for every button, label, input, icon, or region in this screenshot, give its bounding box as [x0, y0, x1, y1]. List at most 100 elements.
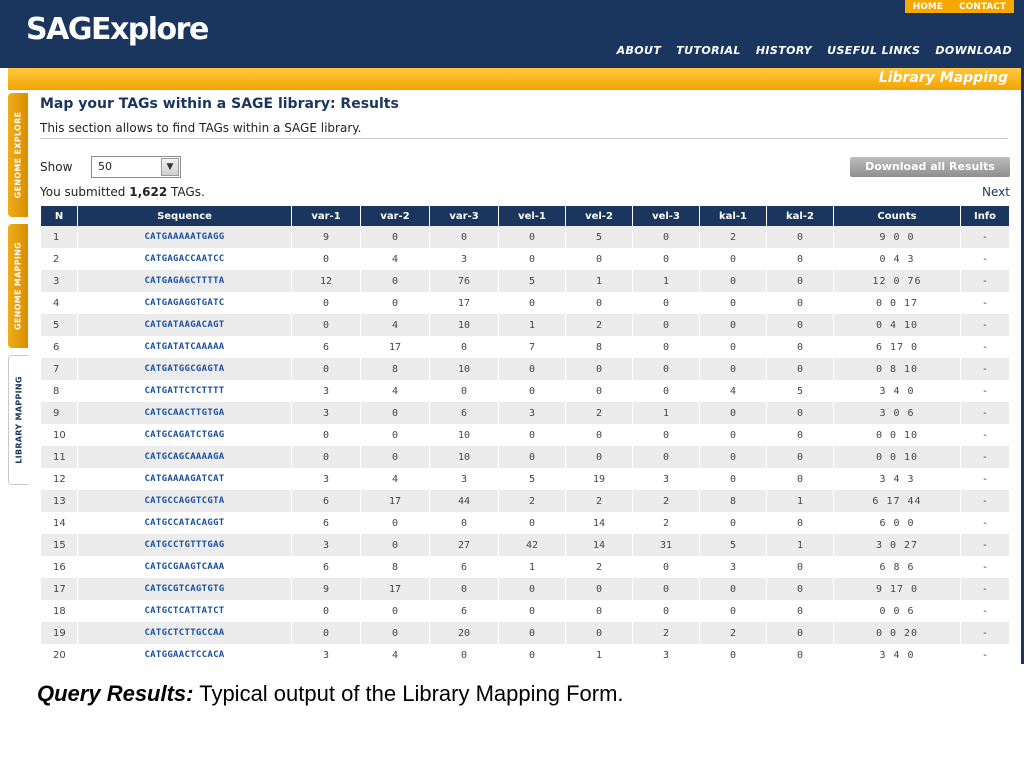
sequence-link[interactable]: CATGCCATACAGGT [78, 512, 291, 534]
counts-value: 6 17 44 [834, 490, 960, 512]
sequence-link[interactable]: CATGCCAGGTCGTA [78, 490, 291, 512]
side-tab-genome-explore[interactable]: GENOME EXPLORE [8, 93, 28, 217]
sequence-link[interactable]: CATGCAGCAAAAGA [78, 446, 291, 468]
column-header-sequence: Sequence [78, 206, 291, 226]
kal-1-count: 0 [700, 644, 766, 664]
table-row: 10 CATGCAGATCTGAG 0 0 10 0 0 0 0 0 0 0 10- [41, 424, 1009, 446]
column-header-vel-2: vel-2 [566, 206, 632, 226]
counts-value: 3 4 3 [834, 468, 960, 490]
sequence-link[interactable]: CATGAAAAGATCAT [78, 468, 291, 490]
vel-1-count: 2 [499, 490, 565, 512]
show-count-select[interactable]: 50 ▼ [91, 156, 181, 178]
info-value: - [961, 534, 1009, 556]
sequence-link[interactable]: CATGAGAGCTTTTA [78, 270, 291, 292]
counts-value: 9 17 0 [834, 578, 960, 600]
var-2-count: 0 [361, 402, 429, 424]
kal-1-count: 0 [700, 512, 766, 534]
kal-2-count: 0 [767, 424, 833, 446]
sequence-link[interactable]: CATGATATCAAAAA [78, 336, 291, 358]
counts-value: 3 4 0 [834, 380, 960, 402]
kal-1-count: 0 [700, 358, 766, 380]
vel-1-count: 5 [499, 270, 565, 292]
var-3-count: 44 [430, 490, 498, 512]
vel-3-count: 0 [633, 292, 699, 314]
sequence-link[interactable]: CATGAGAGGTGATC [78, 292, 291, 314]
var-2-count: 4 [361, 380, 429, 402]
info-value: - [961, 556, 1009, 578]
nav-history[interactable]: HISTORY [756, 44, 812, 57]
chevron-down-icon[interactable]: ▼ [161, 158, 179, 176]
column-header-n: N [41, 206, 77, 226]
counts-value: 6 8 6 [834, 556, 960, 578]
vel-1-count: 0 [499, 622, 565, 644]
counts-value: 0 8 10 [834, 358, 960, 380]
home-link[interactable]: HOME [913, 2, 943, 12]
counts-value: 6 0 0 [834, 512, 960, 534]
sequence-link[interactable]: CATGCTCTTGCCAA [78, 622, 291, 644]
var-1-count: 9 [292, 226, 360, 248]
var-2-count: 4 [361, 248, 429, 270]
download-all-results-button[interactable]: Download all Results [850, 157, 1010, 177]
sequence-link[interactable]: CATGCCTGTTTGAG [78, 534, 291, 556]
sequence-link[interactable]: CATGAGACCAATCC [78, 248, 291, 270]
counts-value: 0 0 10 [834, 424, 960, 446]
info-value: - [961, 292, 1009, 314]
column-header-vel-1: vel-1 [499, 206, 565, 226]
column-header-var-2: var-2 [361, 206, 429, 226]
sequence-link[interactable]: CATGCAACTTGTGA [78, 402, 291, 424]
vel-2-count: 0 [566, 622, 632, 644]
next-page-link[interactable]: Next [982, 185, 1010, 199]
var-3-count: 6 [430, 556, 498, 578]
side-tab-genome-mapping[interactable]: GENOME MAPPING [8, 224, 28, 348]
var-1-count: 6 [292, 512, 360, 534]
sequence-link[interactable]: CATGATGGCGAGTA [78, 358, 291, 380]
nav-about[interactable]: ABOUT [617, 44, 662, 57]
vel-3-count: 0 [633, 226, 699, 248]
site-header: SAGExplore HOME CONTACT ABOUT TUTORIAL H… [0, 0, 1021, 68]
contact-link[interactable]: CONTACT [959, 2, 1006, 12]
table-row: 1 CATGAAAAATGAGG 9 0 0 0 5 0 2 0 9 0 0- [41, 226, 1009, 248]
vel-1-count: 7 [499, 336, 565, 358]
info-value: - [961, 468, 1009, 490]
counts-value: 0 4 10 [834, 314, 960, 336]
divider [40, 138, 1008, 139]
row-number: 13 [41, 490, 77, 512]
table-body: 1 CATGAAAAATGAGG 9 0 0 0 5 0 2 0 9 0 0-2 CATGAGACCA… [41, 226, 1009, 664]
side-tab-library-mapping[interactable]: LIBRARY MAPPING [8, 355, 28, 485]
sequence-link[interactable]: CATGCTCATTATCT [78, 600, 291, 622]
sequence-link[interactable]: CATGCGTCAGTGTG [78, 578, 291, 600]
vel-2-count: 0 [566, 424, 632, 446]
sequence-link[interactable]: CATGATAAGACAGT [78, 314, 291, 336]
vel-2-count: 19 [566, 468, 632, 490]
sequence-link[interactable]: CATGAAAAATGAGG [78, 226, 291, 248]
sequence-link[interactable]: CATGGAACTCCACA [78, 644, 291, 664]
vel-1-count: 0 [499, 446, 565, 468]
row-number: 2 [41, 248, 77, 270]
counts-value: 12 0 76 [834, 270, 960, 292]
vel-3-count: 0 [633, 600, 699, 622]
info-value: - [961, 248, 1009, 270]
nav-useful-links[interactable]: USEFUL LINKS [827, 44, 920, 57]
kal-2-count: 1 [767, 534, 833, 556]
nav-download[interactable]: DOWNLOAD [935, 44, 1012, 57]
site-logo[interactable]: SAGExplore [26, 12, 209, 47]
info-value: - [961, 336, 1009, 358]
row-number: 4 [41, 292, 77, 314]
kal-2-count: 0 [767, 226, 833, 248]
kal-2-count: 1 [767, 490, 833, 512]
sequence-link[interactable]: CATGCAGATCTGAG [78, 424, 291, 446]
vel-2-count: 2 [566, 556, 632, 578]
vel-2-count: 2 [566, 490, 632, 512]
sequence-link[interactable]: CATGATTCTCTTTT [78, 380, 291, 402]
vel-1-count: 0 [499, 600, 565, 622]
vel-1-count: 0 [499, 380, 565, 402]
var-1-count: 3 [292, 534, 360, 556]
vel-3-count: 0 [633, 556, 699, 578]
vel-2-count: 0 [566, 380, 632, 402]
kal-1-count: 0 [700, 424, 766, 446]
nav-tutorial[interactable]: TUTORIAL [676, 44, 741, 57]
sequence-link[interactable]: CATGCGAAGTCAAA [78, 556, 291, 578]
vel-3-count: 0 [633, 424, 699, 446]
vel-3-count: 31 [633, 534, 699, 556]
var-3-count: 0 [430, 512, 498, 534]
